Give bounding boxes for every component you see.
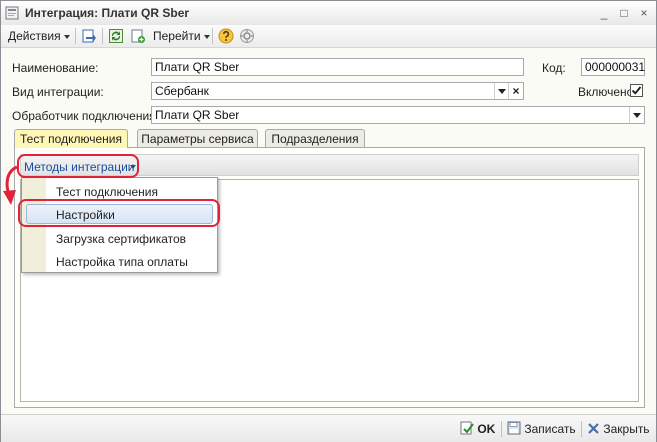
close-window-button[interactable]: × xyxy=(637,6,651,20)
toolbar-separator xyxy=(75,28,76,44)
save-label: Записать xyxy=(524,422,576,436)
close-icon xyxy=(588,423,599,434)
tab-connection-test[interactable]: Тест подключения xyxy=(14,129,128,148)
ok-icon xyxy=(460,421,474,435)
app-icon xyxy=(5,6,19,20)
goto-menu-label: Перейти xyxy=(153,29,201,43)
checkmark-icon xyxy=(631,86,642,95)
title-bar: Интеграция: Плати QR Sber _ □ × xyxy=(1,1,656,26)
chevron-down-icon xyxy=(130,165,136,169)
chevron-down-icon xyxy=(63,34,70,39)
code-label: Код: xyxy=(542,61,566,75)
enabled-checkbox[interactable] xyxy=(630,84,643,97)
toolbar-separator xyxy=(102,28,103,44)
add-copy-icon[interactable] xyxy=(130,28,146,44)
handler-field[interactable]: Плати QR Sber xyxy=(151,106,645,124)
close-label: Закрыть xyxy=(603,422,650,436)
integration-type-field[interactable]: Сбербанк × xyxy=(151,82,524,100)
toolbar-separator xyxy=(212,28,213,44)
toolbar: Действия Перейти xyxy=(1,25,656,48)
chevron-down-icon xyxy=(633,113,641,118)
handler-label: Обработчик подключения: xyxy=(12,109,159,123)
refresh-icon[interactable] xyxy=(108,28,124,44)
minimize-button[interactable]: _ xyxy=(597,6,611,20)
handler-dropdown-button[interactable] xyxy=(629,107,644,123)
enabled-label: Включено xyxy=(578,85,634,99)
chevron-down-icon xyxy=(498,89,506,94)
integration-methods-label: Методы интеграции xyxy=(24,160,135,174)
settings-gear-icon[interactable] xyxy=(239,28,255,44)
post-document-icon[interactable] xyxy=(81,28,97,44)
close-button[interactable]: Закрыть xyxy=(587,421,650,437)
maximize-button[interactable]: □ xyxy=(617,6,631,20)
help-icon[interactable] xyxy=(218,28,234,44)
integration-type-label: Вид интеграции: xyxy=(12,85,104,99)
clear-icon[interactable]: × xyxy=(508,83,523,99)
menu-item-label: Тест подключения xyxy=(56,185,158,199)
actions-menu-label: Действия xyxy=(8,29,61,43)
menu-item-load-certificates[interactable]: Загрузка сертификатов xyxy=(22,227,217,250)
red-arrow-icon xyxy=(3,165,18,205)
tab-departments[interactable]: Подразделения xyxy=(265,129,365,148)
actions-menu-button[interactable]: Действия xyxy=(8,28,70,44)
footer-separator xyxy=(501,421,502,437)
menu-item-label: Настройка типа оплаты xyxy=(56,255,188,269)
integration-type-value: Сбербанк xyxy=(155,84,209,98)
code-field[interactable]: 000000031 xyxy=(581,58,645,76)
name-label: Наименование: xyxy=(12,61,99,75)
chevron-down-icon xyxy=(203,34,210,39)
menu-item-label: Загрузка сертификатов xyxy=(56,232,187,246)
integration-methods-button[interactable]: Методы интеграции xyxy=(17,154,139,178)
save-button[interactable]: Записать xyxy=(507,421,576,437)
goto-menu-button[interactable]: Перейти xyxy=(153,28,210,44)
menu-item-payment-type-settings[interactable]: Настройка типа оплаты xyxy=(22,250,217,273)
integration-window: Интеграция: Плати QR Sber _ □ × Действия… xyxy=(0,0,657,442)
highlight-ring xyxy=(18,199,220,227)
tab-service-parameters[interactable]: Параметры сервиса xyxy=(137,129,258,148)
ok-button[interactable]: OK xyxy=(460,421,495,437)
window-title: Интеграция: Плати QR Sber xyxy=(25,6,190,20)
save-icon xyxy=(507,421,521,435)
footer-bar: OK Записать Закрыть xyxy=(1,414,656,442)
ok-label: OK xyxy=(477,422,496,436)
integration-type-dropdown-button[interactable] xyxy=(494,83,509,99)
name-field[interactable]: Плати QR Sber xyxy=(151,58,524,76)
handler-value: Плати QR Sber xyxy=(155,108,240,122)
footer-separator xyxy=(581,421,582,437)
